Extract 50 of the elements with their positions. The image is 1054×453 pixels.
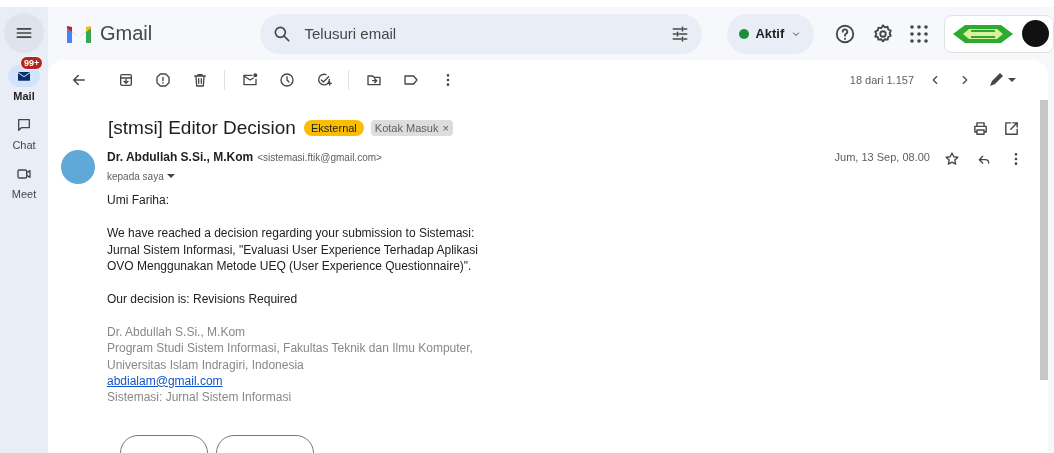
nav-item[interactable]: Chat [2, 105, 46, 151]
remove-label-icon[interactable]: × [442, 122, 449, 134]
archive-icon[interactable] [117, 72, 134, 88]
nav-item[interactable]: Mail 99+ [2, 56, 46, 102]
status-dropdown[interactable]: Aktif [727, 13, 815, 54]
body-paragraph: Our decision is: Revisions Required [107, 291, 299, 308]
pagination-count: 18 dari 1.157 [849, 74, 914, 86]
search-bar[interactable]: Telusuri email [260, 13, 703, 54]
signature-line: Program Studi Sistem Informasi, Fakultas Teknik dan Ilmu Komputer, [107, 340, 473, 357]
apps-grid-icon[interactable] [910, 24, 929, 43]
signature-line: Universitas Islam Indragiri, Indonesia [107, 356, 304, 373]
signature-line: Sistemasi: Jurnal Sistem Informasi [107, 389, 292, 406]
account-switcher[interactable] [944, 14, 1054, 53]
envelope-dot-icon[interactable] [241, 72, 258, 88]
unread-count-badge: 99+ [20, 56, 44, 70]
email-link[interactable]: abdialam@gmail.com [107, 372, 223, 390]
report-spam-icon[interactable] [154, 72, 171, 88]
menu-button[interactable] [4, 13, 44, 53]
video-camera-icon [16, 166, 32, 182]
status-dot-icon [739, 28, 750, 39]
email-subject: [stmsi] Editor Decision [108, 117, 296, 139]
sender-avatar [61, 150, 95, 184]
sender-email: <sistemasi.ftik@gmail.com> [257, 152, 382, 163]
avatar-silhouette[interactable] [1022, 20, 1049, 47]
label-chip[interactable]: Kotak Masuk × [370, 120, 453, 136]
chat-bubble-icon [16, 117, 32, 133]
star-icon[interactable] [944, 151, 960, 167]
recipient-text: kepada saya [107, 170, 164, 182]
pencil-dropdown-icon[interactable] [988, 72, 1018, 88]
trash-icon[interactable] [191, 72, 208, 88]
search-input[interactable]: Telusuri email [302, 24, 661, 43]
body-paragraph: We have reached a decision regarding your submission to Sistemasi: Jurnal Sistem Informasi, "Evaluasi User Experience Terhadap Aplikasi OVO Menggunakan Metode UEQ (User Experience Questionnaire)". [107, 225, 479, 275]
app-name: Gmail [100, 22, 153, 45]
label-chip[interactable]: Eksternal [303, 120, 364, 136]
print-icon[interactable] [972, 119, 989, 137]
email-date: Jum, 13 Sep, 08.00 [834, 151, 930, 163]
body-paragraph: Umi Fariha: [107, 192, 170, 209]
scrollbar[interactable] [1040, 100, 1048, 380]
gmail-logo-icon [66, 23, 92, 44]
label-tag-icon[interactable] [402, 72, 419, 88]
signature-line: Dr. Abdullah S.Si., M.Kom [107, 324, 246, 341]
check-plus-icon[interactable] [315, 72, 332, 88]
nav-item[interactable]: Meet [2, 154, 46, 200]
clock-icon[interactable] [278, 72, 295, 88]
caret-down-icon[interactable] [166, 173, 175, 179]
open-in-new-window-icon[interactable] [1003, 119, 1020, 137]
help-icon[interactable] [834, 22, 857, 45]
sender-name: Dr. Abdullah S.Si., M.Kom [107, 150, 254, 164]
settings-icon[interactable] [872, 22, 895, 45]
folder-arrow-icon[interactable] [365, 72, 382, 88]
